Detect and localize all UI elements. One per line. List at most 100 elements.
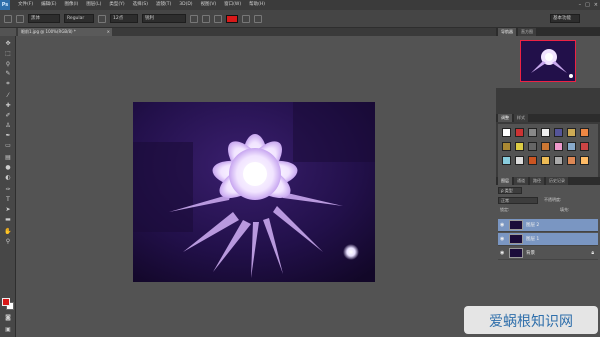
menu-view[interactable]: 视图(V) — [197, 0, 221, 10]
move-tool-icon[interactable]: ✥ — [3, 40, 13, 48]
type-tool-icon[interactable]: T — [3, 196, 13, 204]
style-swatch[interactable] — [541, 142, 550, 151]
menu-help[interactable]: 帮助(H) — [245, 0, 269, 10]
menu-image[interactable]: 图像(I) — [60, 0, 82, 10]
style-swatch[interactable] — [567, 128, 576, 137]
style-swatch[interactable] — [541, 156, 550, 165]
document-tab[interactable]: 眼前1.jpg @ 100%(RGB/8) * × — [18, 28, 112, 36]
text-color-swatch[interactable] — [226, 14, 238, 23]
style-swatch[interactable] — [580, 128, 589, 137]
hand-tool-icon[interactable]: ✋ — [3, 228, 13, 236]
document-image[interactable] — [133, 102, 375, 282]
menu-edit[interactable]: 编辑(E) — [37, 0, 60, 10]
tab-layers[interactable]: 图层 — [498, 177, 512, 185]
character-panel-icon[interactable] — [254, 14, 262, 23]
layer-kind-filter[interactable]: ρ 类型 — [498, 187, 522, 194]
marquee-tool-icon[interactable]: ⬚ — [3, 50, 13, 58]
style-swatch[interactable] — [515, 142, 524, 151]
menu-type[interactable]: 类型(Y) — [105, 0, 128, 10]
menu-3d[interactable]: 3D(D) — [175, 0, 196, 10]
style-swatch[interactable] — [541, 128, 550, 137]
layer-thumbnail — [509, 248, 523, 258]
layer-row-layer-2[interactable]: ◉ 图层 2 — [498, 219, 598, 232]
font-size-select[interactable]: 12点 — [110, 14, 138, 23]
layer-row-layer-1[interactable]: ◉ 图层 1 — [498, 233, 598, 246]
foreground-color-swatch[interactable] — [2, 298, 10, 306]
gradient-tool-icon[interactable]: ▤ — [3, 154, 13, 162]
tab-history[interactable]: 历史记录 — [546, 177, 568, 185]
type-tool-icon[interactable] — [4, 14, 12, 23]
blend-mode-select[interactable]: 正常 — [498, 197, 538, 204]
close-icon[interactable]: × — [594, 0, 598, 10]
visibility-eye-icon[interactable]: ◉ — [500, 222, 506, 228]
watermark-text: 爱蜗根知识网 — [489, 313, 573, 330]
style-swatch[interactable] — [580, 142, 589, 151]
style-swatch[interactable] — [567, 156, 576, 165]
screen-mode-icon[interactable]: ▣ — [3, 326, 13, 334]
style-swatch[interactable] — [515, 156, 524, 165]
menu-window[interactable]: 窗口(W) — [220, 0, 245, 10]
navigator-preview[interactable] — [520, 40, 576, 82]
shape-tool-icon[interactable]: ▬ — [3, 216, 13, 224]
style-swatch[interactable] — [554, 156, 563, 165]
crop-tool-icon[interactable]: ⌗ — [3, 80, 13, 88]
style-swatch[interactable] — [567, 142, 576, 151]
lasso-tool-icon[interactable]: ϙ — [3, 60, 13, 68]
tab-adjustments[interactable]: 调整 — [498, 114, 512, 122]
style-swatch[interactable] — [502, 156, 511, 165]
history-brush-tool-icon[interactable]: ✒ — [3, 132, 13, 140]
stamp-tool-icon[interactable]: ♙ — [3, 122, 13, 130]
style-swatch[interactable] — [554, 128, 563, 137]
adjustments-tabs: 调整 样式 — [496, 114, 600, 122]
align-center-icon[interactable] — [202, 14, 210, 23]
warp-text-icon[interactable] — [242, 14, 250, 23]
quick-mask-icon[interactable]: ◙ — [3, 314, 13, 322]
minimize-icon[interactable]: – — [579, 0, 582, 10]
tab-navigator[interactable]: 导航器 — [498, 28, 516, 36]
workspace-select[interactable]: 基本功能 — [550, 14, 580, 23]
style-swatch[interactable] — [554, 142, 563, 151]
navigator-zoom-bar[interactable] — [496, 88, 600, 94]
layer-row-background[interactable]: ◉ 背景 🔒︎ — [498, 247, 598, 260]
brush-tool-icon[interactable]: ✐ — [3, 112, 13, 120]
style-swatch[interactable] — [515, 128, 524, 137]
zoom-tool-icon[interactable]: ⚲ — [3, 238, 13, 246]
options-bar: 黑体 Regular 12点 锐利 基本功能 — [0, 10, 600, 28]
style-swatch[interactable] — [502, 142, 511, 151]
visibility-eye-icon[interactable]: ◉ — [500, 250, 506, 256]
tab-channels[interactable]: 通道 — [514, 177, 528, 185]
tab-histogram[interactable]: 直方图 — [518, 28, 536, 36]
visibility-eye-icon[interactable]: ◉ — [500, 236, 506, 242]
style-swatch[interactable] — [528, 142, 537, 151]
align-right-icon[interactable] — [214, 14, 222, 23]
font-style-select[interactable]: Regular — [64, 14, 94, 23]
font-size-icon — [98, 14, 106, 23]
healing-tool-icon[interactable]: ✚ — [3, 102, 13, 110]
style-swatch[interactable] — [528, 156, 537, 165]
eraser-tool-icon[interactable]: ▭ — [3, 142, 13, 150]
style-swatch[interactable] — [502, 128, 511, 137]
menu-filter[interactable]: 滤镜(T) — [152, 0, 175, 10]
path-select-tool-icon[interactable]: ➤ — [3, 206, 13, 214]
tools-panel: ✥ ⬚ ϙ ✎ ⌗ ⁄ ✚ ✐ ♙ ✒ ▭ ▤ ● ◐ ✑ T ➤ ▬ ✋ ⚲ … — [0, 36, 16, 337]
maximize-icon[interactable]: □ — [585, 0, 590, 10]
layer-thumbnail — [509, 220, 523, 230]
quick-select-tool-icon[interactable]: ✎ — [3, 70, 13, 78]
dodge-tool-icon[interactable]: ◐ — [3, 174, 13, 182]
color-swatches[interactable] — [2, 298, 14, 310]
eyedropper-tool-icon[interactable]: ⁄ — [3, 92, 13, 100]
anti-alias-select[interactable]: 锐利 — [142, 14, 186, 23]
font-family-select[interactable]: 黑体 — [28, 14, 60, 23]
menu-file[interactable]: 文件(F) — [14, 0, 37, 10]
tab-paths[interactable]: 路径 — [530, 177, 544, 185]
align-left-icon[interactable] — [190, 14, 198, 23]
tab-styles[interactable]: 样式 — [514, 114, 528, 122]
style-swatch[interactable] — [528, 128, 537, 137]
menu-select[interactable]: 选择(S) — [129, 0, 152, 10]
blur-tool-icon[interactable]: ● — [3, 164, 13, 172]
orientation-icon[interactable] — [16, 14, 24, 23]
pen-tool-icon[interactable]: ✑ — [3, 186, 13, 194]
menu-layer[interactable]: 图层(L) — [82, 0, 105, 10]
style-swatch[interactable] — [580, 156, 589, 165]
close-tab-icon[interactable]: × — [107, 28, 110, 36]
